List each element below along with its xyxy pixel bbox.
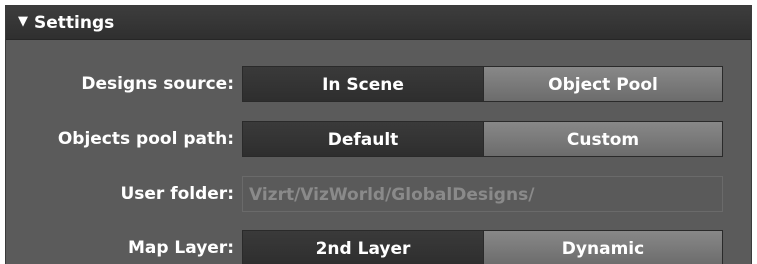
user-folder-row: User folder: Vizrt/VizWorld/GlobalDesign…: [6, 176, 751, 212]
designs-source-row: Designs source: In Scene Object Pool: [6, 66, 751, 102]
in-scene-button[interactable]: In Scene: [242, 66, 484, 102]
dynamic-button[interactable]: Dynamic: [483, 230, 723, 264]
map-layer-row: Map Layer: 2nd Layer Dynamic: [6, 230, 751, 264]
object-pool-button[interactable]: Object Pool: [483, 66, 723, 102]
2nd-layer-button[interactable]: 2nd Layer: [242, 230, 484, 264]
map-layer-label: Map Layer:: [127, 238, 234, 258]
custom-button[interactable]: Custom: [483, 121, 723, 157]
settings-panel: ▼ Settings Designs source: In Scene Obje…: [5, 5, 752, 264]
designs-source-label: Designs source:: [81, 74, 234, 94]
triangle-down-icon[interactable]: ▼: [18, 14, 28, 29]
settings-header[interactable]: ▼ Settings: [6, 6, 751, 40]
user-folder-field[interactable]: Vizrt/VizWorld/GlobalDesigns/: [242, 176, 723, 212]
user-folder-label: User folder:: [120, 184, 234, 204]
settings-title: Settings: [34, 12, 115, 33]
objects-pool-path-row: Objects pool path: Default Custom: [6, 121, 751, 157]
default-button[interactable]: Default: [242, 121, 484, 157]
objects-pool-path-label: Objects pool path:: [57, 129, 234, 149]
